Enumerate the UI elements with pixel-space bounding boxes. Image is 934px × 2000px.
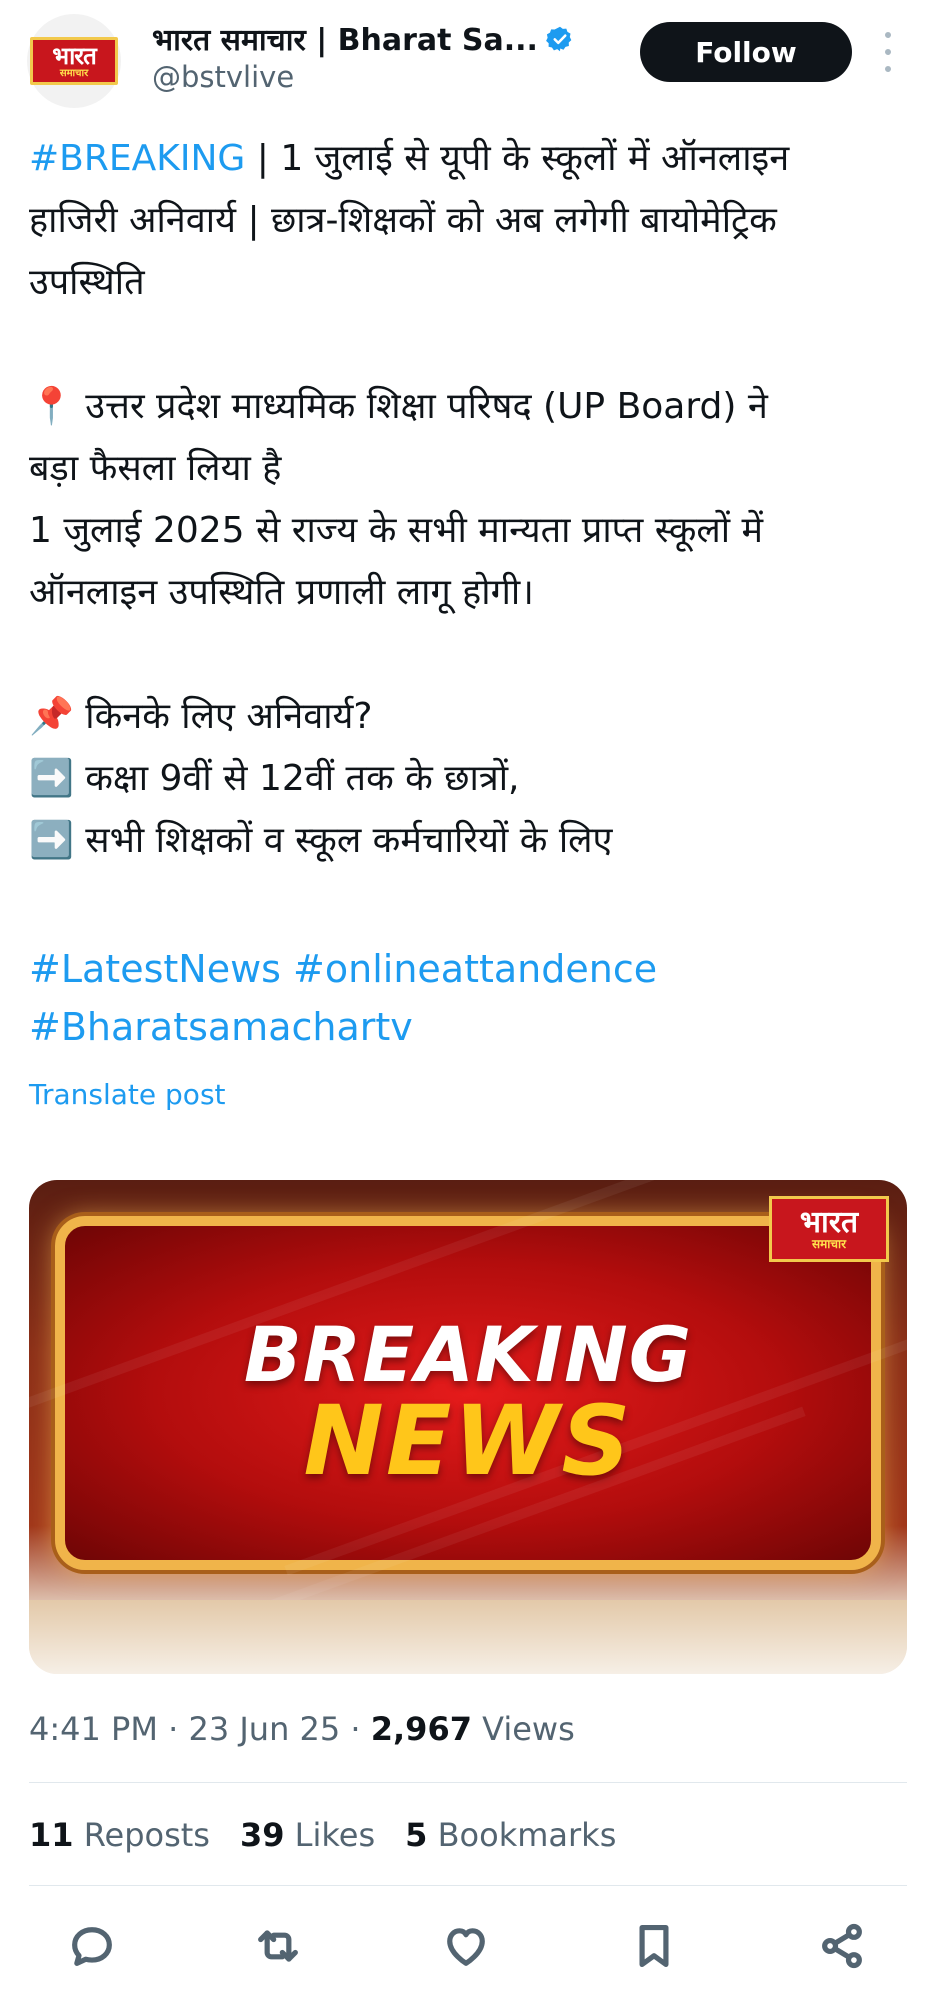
reply-icon[interactable] — [66, 1920, 118, 1972]
badge-text-bottom: समाचार — [811, 1237, 847, 1251]
post-meta: 4:41 PM · 23 Jun 25 · 2,967 Views — [29, 1710, 575, 1748]
user-handle[interactable]: @bstvlive — [152, 60, 294, 94]
views-label: Views — [471, 1710, 575, 1748]
hashtag-breaking[interactable]: #BREAKING — [29, 138, 245, 179]
meta-separator: · — [340, 1710, 371, 1748]
post-time[interactable]: 4:41 PM — [29, 1710, 158, 1748]
post-date[interactable]: 23 Jun 25 — [188, 1710, 340, 1748]
reposts-count: 11 — [29, 1816, 74, 1854]
divider — [29, 1782, 907, 1783]
views-count: 2,967 — [370, 1710, 472, 1748]
tweet-line: उपस्थिति — [29, 262, 145, 303]
name-row: भारत समाचार | Bharat Sa... — [152, 18, 574, 59]
badge-text-top: भारत — [799, 1205, 859, 1240]
tweet-line: ➡️ कक्षा 9वीं से 12वीं तक के छात्रों, — [29, 758, 520, 799]
repost-icon[interactable] — [252, 1920, 304, 1972]
tweet-line: ऑनलाइन उपस्थिति प्रणाली लागू होगी। — [29, 572, 534, 613]
verified-badge-icon — [546, 26, 572, 51]
bookmarks-stat[interactable]: 5 Bookmarks — [405, 1816, 616, 1854]
tweet-line: 📌 किनके लिए अनिवार्य? — [29, 696, 373, 737]
reposts-label: Reposts — [73, 1816, 210, 1854]
follow-button[interactable]: Follow — [640, 22, 852, 82]
like-icon[interactable] — [440, 1920, 492, 1972]
hashtag-link[interactable]: #Bharatsamachartv — [29, 998, 657, 1056]
tweet-line: #BREAKING | 1 जुलाई से यूपी के स्कूलों म… — [29, 128, 909, 190]
hashtags: #LatestNews #onlineattandence #Bharatsam… — [29, 940, 657, 1056]
channel-logo: भारत समाचार — [30, 37, 118, 85]
meta-separator: · — [157, 1710, 189, 1748]
likes-stat[interactable]: 39 Likes — [240, 1816, 375, 1854]
logo-text-bottom: समाचार — [59, 67, 89, 79]
more-options-icon[interactable] — [878, 32, 898, 72]
display-name[interactable]: भारत समाचार | Bharat Sa... — [152, 18, 538, 59]
tweet-line: 📍 उत्तर प्रदेश माध्यमिक शिक्षा परिषद (UP… — [29, 386, 768, 427]
translate-post-link[interactable]: Translate post — [29, 1078, 226, 1111]
channel-logo-badge: भारत समाचार — [769, 1196, 889, 1262]
action-bar — [0, 1910, 934, 1980]
bookmark-icon[interactable] — [628, 1920, 680, 1972]
post-header: भारत समाचार भारत समाचार | Bharat Sa... @… — [0, 0, 934, 118]
reposts-stat[interactable]: 11 Reposts — [29, 1816, 210, 1854]
headline-news: NEWS — [303, 1385, 633, 1497]
tweet-line: हाजिरी अनिवार्य | छात्र-शिक्षकों को अब ल… — [29, 200, 777, 241]
bookmarks-label: Bookmarks — [427, 1816, 617, 1854]
bookmarks-count: 5 — [405, 1816, 428, 1854]
likes-count: 39 — [239, 1816, 285, 1854]
studio-floor — [29, 1600, 907, 1674]
engagement-stats: 11 Reposts 39 Likes 5 Bookmarks — [29, 1816, 646, 1854]
hashtag-link[interactable]: #LatestNews #onlineattandence — [29, 940, 657, 998]
tweet-line: ➡️ सभी शिक्षकों व स्कूल कर्मचारियों के ल… — [29, 820, 613, 861]
likes-label: Likes — [284, 1816, 376, 1854]
tweet-line-text: | 1 जुलाई से यूपी के स्कूलों में ऑनलाइन — [245, 138, 790, 179]
post-image[interactable]: भारत समाचार BREAKING NEWS — [29, 1180, 907, 1674]
tweet-text: #BREAKING | 1 जुलाई से यूपी के स्कूलों म… — [29, 128, 909, 872]
tweet-line: बड़ा फैसला लिया है — [29, 448, 282, 489]
avatar[interactable]: भारत समाचार — [27, 14, 121, 108]
logo-text-top: भारत — [52, 41, 97, 70]
share-icon[interactable] — [816, 1920, 868, 1972]
tweet-line: 1 जुलाई 2025 से राज्य के सभी मान्यता प्र… — [29, 510, 764, 551]
divider — [29, 1885, 907, 1886]
